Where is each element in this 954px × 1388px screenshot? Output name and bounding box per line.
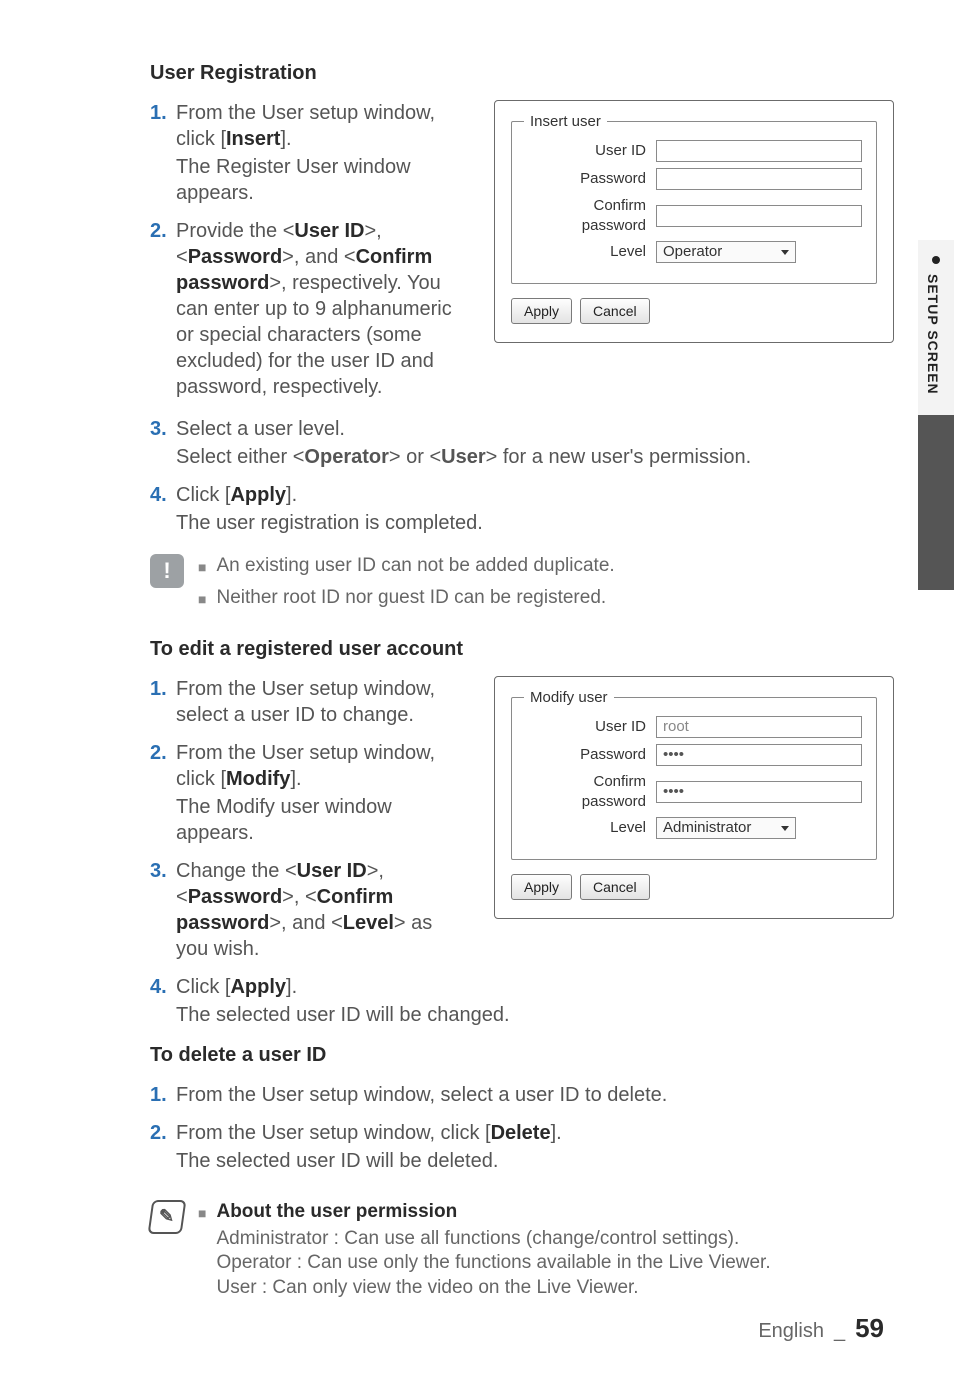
input-userid[interactable]	[656, 140, 862, 162]
label-confirm-password: Confirm password	[526, 772, 656, 811]
step-body: From the User setup window, click [Modif…	[176, 740, 470, 846]
heading-delete-user: To delete a user ID	[150, 1042, 894, 1068]
note-callout: ✎ ■ About the user permission Administra…	[150, 1200, 894, 1307]
footer-language: English	[758, 1318, 824, 1344]
step-number: 1.	[150, 676, 176, 728]
step-number: 4.	[150, 974, 176, 1028]
side-tab: SETUP SCREEN	[918, 240, 954, 590]
label-confirm-password: Confirm password	[526, 196, 656, 235]
step-number: 3.	[150, 416, 176, 470]
input-confirm-password[interactable]: ••••	[656, 781, 862, 803]
step-body: Change the <User ID>, <Password>, <Confi…	[176, 858, 470, 962]
input-confirm-password[interactable]	[656, 205, 862, 227]
select-level[interactable]: Operator	[656, 241, 796, 263]
input-userid[interactable]: root	[656, 716, 862, 738]
warning-icon: !	[150, 554, 184, 588]
step-body: Provide the <User ID>, <Password>, and <…	[176, 218, 470, 400]
perm-admin: Administrator : Can use all functions (c…	[216, 1228, 739, 1249]
edit-user-steps: 1. From the User setup window, select a …	[150, 676, 470, 962]
label-userid: User ID	[526, 717, 656, 737]
step-number: 3.	[150, 858, 176, 962]
footer-page-number: 59	[855, 1312, 884, 1346]
delete-user-steps: 1. From the User setup window, select a …	[150, 1082, 894, 1174]
note-icon: ✎	[148, 1200, 187, 1234]
step-body: Select a user level. Select either <Oper…	[176, 416, 894, 470]
step-number: 2.	[150, 740, 176, 846]
chevron-down-icon	[781, 826, 789, 831]
perm-user: User : Can only view the video on the Li…	[216, 1277, 638, 1298]
warning-line: Neither root ID nor guest ID can be regi…	[216, 586, 606, 612]
user-reg-steps-cont: 3. Select a user level. Select either <O…	[150, 416, 894, 536]
input-password[interactable]	[656, 168, 862, 190]
warning-line: An existing user ID can not be added dup…	[216, 554, 614, 580]
fieldset-legend: Modify user	[524, 688, 614, 708]
modify-user-fieldset: Modify user User ID root Password •••• C…	[511, 697, 877, 860]
cancel-button[interactable]: Cancel	[580, 874, 650, 900]
side-tab-inactive	[918, 415, 954, 590]
warning-callout: ! ■ An existing user ID can not be added …	[150, 554, 894, 618]
select-level-value: Operator	[663, 242, 722, 262]
step-body: From the User setup window, select a use…	[176, 676, 470, 728]
page-footer: English _ 59	[758, 1312, 884, 1346]
side-tab-label: SETUP SCREEN	[924, 274, 942, 395]
step-body: From the User setup window, click [Inser…	[176, 100, 470, 206]
bullet-icon: ■	[198, 586, 206, 612]
label-level: Level	[526, 242, 656, 262]
footer-separator: _	[834, 1318, 845, 1344]
input-password[interactable]: ••••	[656, 744, 862, 766]
chevron-down-icon	[781, 250, 789, 255]
step-body: From the User setup window, click [Delet…	[176, 1120, 894, 1174]
perm-operator: Operator : Can use only the functions av…	[216, 1252, 770, 1273]
note-body: About the user permission Administrator …	[216, 1200, 770, 1301]
apply-button[interactable]: Apply	[511, 298, 572, 324]
label-userid: User ID	[526, 141, 656, 161]
side-tab-dot-icon	[932, 256, 940, 264]
heading-user-registration: User Registration	[150, 60, 894, 86]
step-number: 4.	[150, 482, 176, 536]
modify-user-dialog: Modify user User ID root Password •••• C…	[494, 676, 894, 919]
note-title: About the user permission	[216, 1200, 770, 1225]
label-password: Password	[526, 169, 656, 189]
label-level: Level	[526, 818, 656, 838]
heading-edit-user: To edit a registered user account	[150, 636, 894, 662]
step-body: Click [Apply]. The selected user ID will…	[176, 974, 894, 1028]
edit-user-steps-cont: 4. Click [Apply]. The selected user ID w…	[150, 974, 894, 1028]
apply-button[interactable]: Apply	[511, 874, 572, 900]
fieldset-legend: Insert user	[524, 112, 607, 132]
step-number: 2.	[150, 218, 176, 400]
step-number: 2.	[150, 1120, 176, 1174]
bullet-icon: ■	[198, 1200, 206, 1301]
select-level-value: Administrator	[663, 818, 751, 838]
insert-user-dialog: Insert user User ID Password Confirm pas…	[494, 100, 894, 343]
insert-user-fieldset: Insert user User ID Password Confirm pas…	[511, 121, 877, 284]
bullet-icon: ■	[198, 554, 206, 580]
label-password: Password	[526, 745, 656, 765]
user-reg-steps: 1. From the User setup window, click [In…	[150, 100, 470, 400]
step-number: 1.	[150, 1082, 176, 1108]
step-number: 1.	[150, 100, 176, 206]
select-level[interactable]: Administrator	[656, 817, 796, 839]
step-body: From the User setup window, select a use…	[176, 1082, 894, 1108]
step-body: Click [Apply]. The user registration is …	[176, 482, 894, 536]
cancel-button[interactable]: Cancel	[580, 298, 650, 324]
